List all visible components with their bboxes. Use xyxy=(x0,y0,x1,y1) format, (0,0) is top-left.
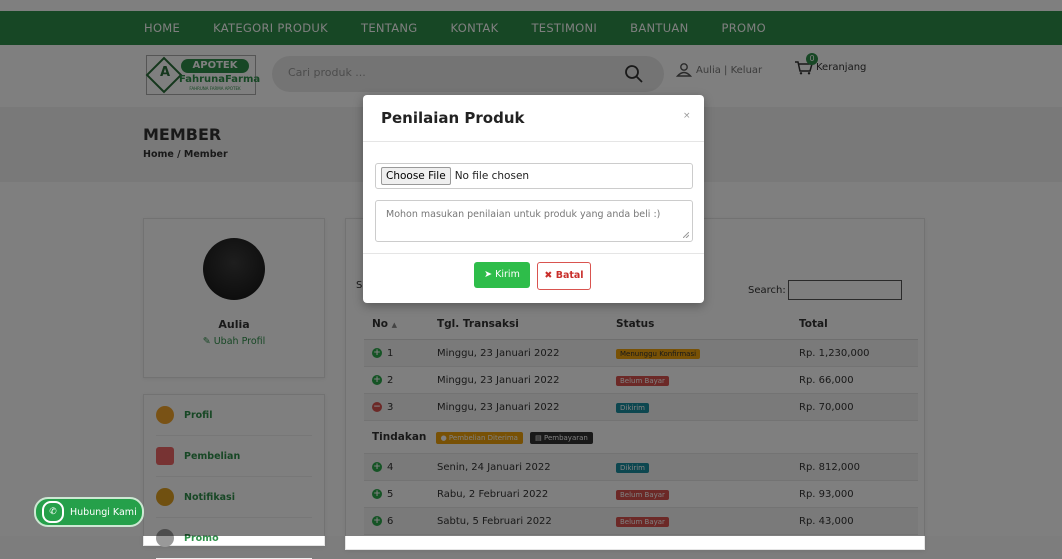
resize-handle-icon[interactable] xyxy=(683,232,689,238)
close-icon[interactable]: × xyxy=(683,111,691,121)
rating-modal: Penilaian Produk × Choose File No file c… xyxy=(363,95,704,303)
whatsapp-button[interactable]: ✆ Hubungi Kami xyxy=(34,497,144,527)
modal-divider xyxy=(363,141,704,142)
review-placeholder: Mohon masukan penilaian untuk produk yan… xyxy=(386,209,661,220)
file-status: No file chosen xyxy=(454,170,530,182)
file-input[interactable]: Choose File No file chosen xyxy=(375,163,693,189)
modal-footer-divider xyxy=(363,253,704,254)
close-x-icon: ✖ xyxy=(544,270,553,281)
whatsapp-icon: ✆ xyxy=(42,501,64,523)
cancel-button[interactable]: ✖ Batal xyxy=(537,262,591,290)
review-textarea[interactable]: Mohon masukan penilaian untuk produk yan… xyxy=(375,200,693,242)
send-icon: ➤ xyxy=(484,269,493,280)
choose-file-button[interactable]: Choose File xyxy=(381,167,451,185)
page: HOME KATEGORI PRODUK TENTANG KONTAK TEST… xyxy=(0,0,1062,559)
modal-title: Penilaian Produk xyxy=(381,109,525,127)
whatsapp-label: Hubungi Kami xyxy=(70,506,137,518)
submit-button[interactable]: ➤ Kirim xyxy=(474,262,530,288)
